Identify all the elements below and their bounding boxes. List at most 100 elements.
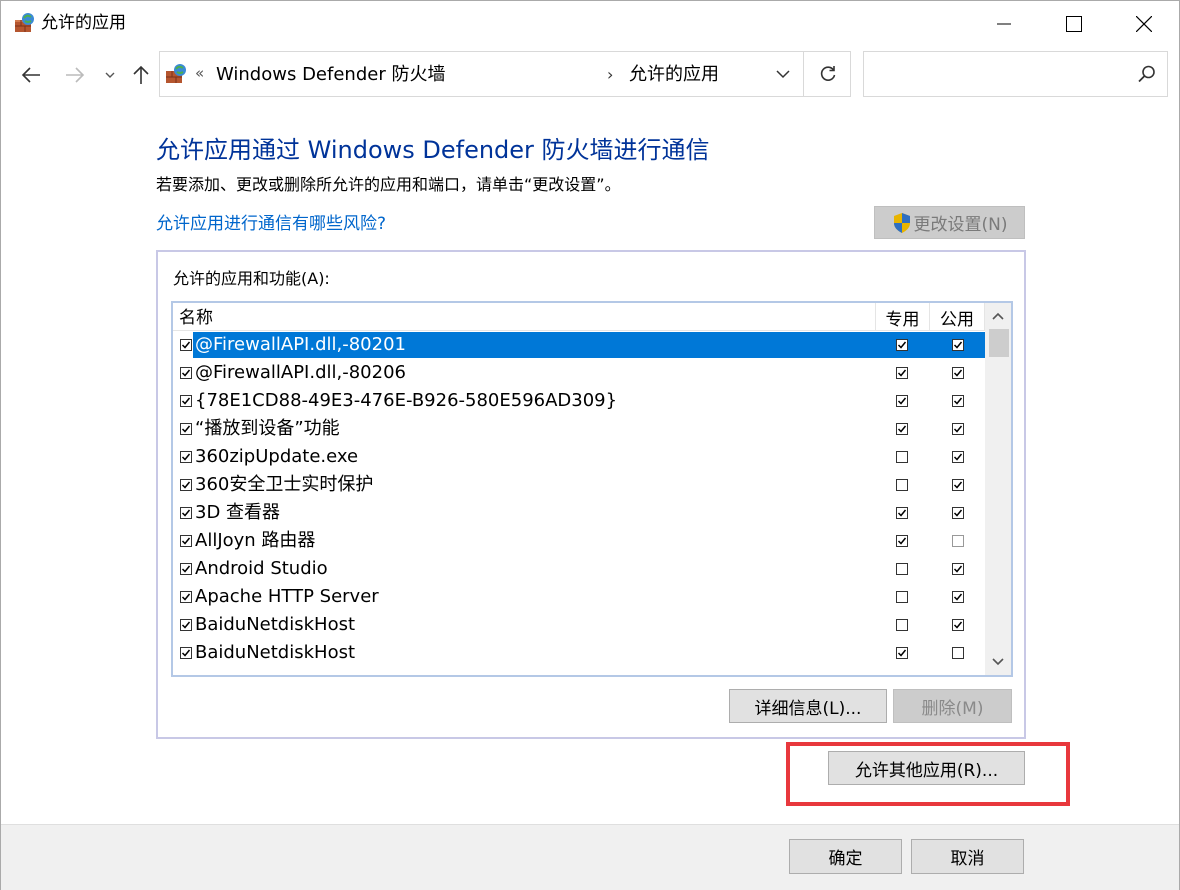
public-network-checkbox[interactable] xyxy=(952,619,964,631)
list-item[interactable]: Android Studio xyxy=(173,555,985,583)
list-item-name-cell[interactable]: BaiduNetdiskHost xyxy=(193,640,985,666)
app-enabled-checkbox[interactable] xyxy=(180,451,192,463)
list-item[interactable]: @FirewallAPI.dll,-80206 xyxy=(173,359,985,387)
up-button[interactable] xyxy=(127,61,155,89)
list-item-name-cell[interactable]: @FirewallAPI.dll,-80201 xyxy=(193,332,985,358)
app-enabled-checkbox[interactable] xyxy=(180,479,192,491)
public-network-checkbox[interactable] xyxy=(952,535,964,547)
private-network-checkbox[interactable] xyxy=(896,563,908,575)
details-button[interactable]: 详细信息(L)... xyxy=(729,689,887,723)
private-network-checkbox[interactable] xyxy=(896,535,908,547)
public-network-checkbox[interactable] xyxy=(952,423,964,435)
list-item[interactable]: AllJoyn 路由器 xyxy=(173,527,985,555)
private-network-checkbox[interactable] xyxy=(896,479,908,491)
public-network-checkbox[interactable] xyxy=(952,395,964,407)
public-network-checkbox[interactable] xyxy=(952,591,964,603)
change-settings-button[interactable]: 更改设置(N) xyxy=(874,206,1025,239)
private-network-checkbox[interactable] xyxy=(896,395,908,407)
search-icon xyxy=(1138,65,1155,83)
app-enabled-checkbox[interactable] xyxy=(180,367,192,379)
public-network-checkbox[interactable] xyxy=(952,339,964,351)
column-header-name[interactable]: 名称 xyxy=(179,307,213,329)
app-enabled-checkbox[interactable] xyxy=(180,535,192,547)
list-item-name-cell[interactable]: Android Studio xyxy=(193,556,985,582)
search-input[interactable] xyxy=(863,51,1168,97)
refresh-button[interactable] xyxy=(803,52,851,96)
delete-button[interactable]: 删除(M) xyxy=(893,689,1012,723)
breadcrumb-separator-icon[interactable]: › xyxy=(607,64,613,86)
column-header-public[interactable]: 公用 xyxy=(929,303,985,331)
list-item-name-cell[interactable]: {78E1CD88-49E3-476E-B926-580E596AD309} xyxy=(193,388,985,414)
list-item-name-cell[interactable]: BaiduNetdiskHost xyxy=(193,612,985,638)
scroll-down-button[interactable] xyxy=(985,649,1011,675)
app-enabled-checkbox[interactable] xyxy=(180,395,192,407)
cancel-button[interactable]: 取消 xyxy=(911,839,1024,874)
highlight-annotation xyxy=(786,742,1070,806)
forward-button[interactable] xyxy=(61,61,89,89)
list-header: 名称 专用 公用 xyxy=(173,303,985,331)
public-network-checkbox[interactable] xyxy=(952,507,964,519)
app-enabled-checkbox[interactable] xyxy=(180,619,192,631)
public-network-checkbox[interactable] xyxy=(952,647,964,659)
app-enabled-checkbox[interactable] xyxy=(180,563,192,575)
ok-button[interactable]: 确定 xyxy=(789,839,902,874)
app-enabled-checkbox[interactable] xyxy=(180,591,192,603)
list-item[interactable]: BaiduNetdiskHost xyxy=(173,611,985,639)
list-item-name-cell[interactable]: Apache HTTP Server xyxy=(193,584,985,610)
list-scrollbar[interactable] xyxy=(985,303,1011,675)
app-name: BaiduNetdiskHost xyxy=(195,614,356,635)
public-network-checkbox[interactable] xyxy=(952,367,964,379)
list-item[interactable]: {78E1CD88-49E3-476E-B926-580E596AD309} xyxy=(173,387,985,415)
list-item-name-cell[interactable]: 360安全卫士实时保护 xyxy=(193,472,985,498)
column-header-private[interactable]: 专用 xyxy=(875,303,929,331)
public-network-checkbox[interactable] xyxy=(952,479,964,491)
minimize-button[interactable] xyxy=(969,1,1039,47)
list-item-name-cell[interactable]: 3D 查看器 xyxy=(193,500,985,526)
public-network-checkbox[interactable] xyxy=(952,451,964,463)
private-network-checkbox[interactable] xyxy=(896,339,908,351)
app-enabled-checkbox[interactable] xyxy=(180,507,192,519)
scroll-thumb[interactable] xyxy=(989,329,1009,357)
refresh-icon xyxy=(820,66,835,81)
recent-locations-button[interactable] xyxy=(99,61,121,89)
list-item[interactable]: Apache HTTP Server xyxy=(173,583,985,611)
minimize-icon xyxy=(997,23,1011,25)
risk-info-link[interactable]: 允许应用进行通信有哪些风险? xyxy=(156,212,386,236)
private-network-checkbox[interactable] xyxy=(896,591,908,603)
app-name: 360安全卫士实时保护 xyxy=(195,474,374,495)
arrow-right-icon xyxy=(66,67,85,83)
firewall-app-icon xyxy=(166,64,186,83)
address-bar[interactable]: « Windows Defender 防火墙 › 允许的应用 xyxy=(159,51,851,97)
private-network-checkbox[interactable] xyxy=(896,507,908,519)
list-item-name-cell[interactable]: @FirewallAPI.dll,-80206 xyxy=(193,360,985,386)
private-network-checkbox[interactable] xyxy=(896,619,908,631)
address-dropdown-button[interactable] xyxy=(764,52,802,96)
list-item[interactable]: BaiduNetdiskHost xyxy=(173,639,985,667)
allowed-apps-list[interactable]: 名称 专用 公用 @FirewallAPI.dll,-80201 @Firewal… xyxy=(171,301,1013,677)
private-network-checkbox[interactable] xyxy=(896,451,908,463)
list-item-name-cell[interactable]: AllJoyn 路由器 xyxy=(193,528,985,554)
list-item-name-cell[interactable]: 360zipUpdate.exe xyxy=(193,444,985,470)
app-name: BaiduNetdiskHost xyxy=(195,642,356,663)
maximize-button[interactable] xyxy=(1039,1,1109,47)
breadcrumb-overflow[interactable]: « xyxy=(195,64,204,82)
list-item[interactable]: 360安全卫士实时保护 xyxy=(173,471,985,499)
chevron-down-icon xyxy=(992,658,1004,666)
list-item-name-cell[interactable]: “播放到设备”功能 xyxy=(193,416,985,442)
back-button[interactable] xyxy=(17,61,45,89)
private-network-checkbox[interactable] xyxy=(896,423,908,435)
breadcrumb-allowed-apps[interactable]: 允许的应用 xyxy=(629,64,719,86)
list-item[interactable]: “播放到设备”功能 xyxy=(173,415,985,443)
public-network-checkbox[interactable] xyxy=(952,563,964,575)
app-enabled-checkbox[interactable] xyxy=(180,647,192,659)
list-item[interactable]: 3D 查看器 xyxy=(173,499,985,527)
private-network-checkbox[interactable] xyxy=(896,367,908,379)
close-button[interactable] xyxy=(1109,1,1179,47)
breadcrumb-firewall[interactable]: Windows Defender 防火墙 xyxy=(216,64,445,86)
list-item[interactable]: 360zipUpdate.exe xyxy=(173,443,985,471)
private-network-checkbox[interactable] xyxy=(896,647,908,659)
scroll-up-button[interactable] xyxy=(985,303,1011,329)
app-enabled-checkbox[interactable] xyxy=(180,423,192,435)
app-enabled-checkbox[interactable] xyxy=(180,339,192,351)
list-item[interactable]: @FirewallAPI.dll,-80201 xyxy=(173,331,985,359)
